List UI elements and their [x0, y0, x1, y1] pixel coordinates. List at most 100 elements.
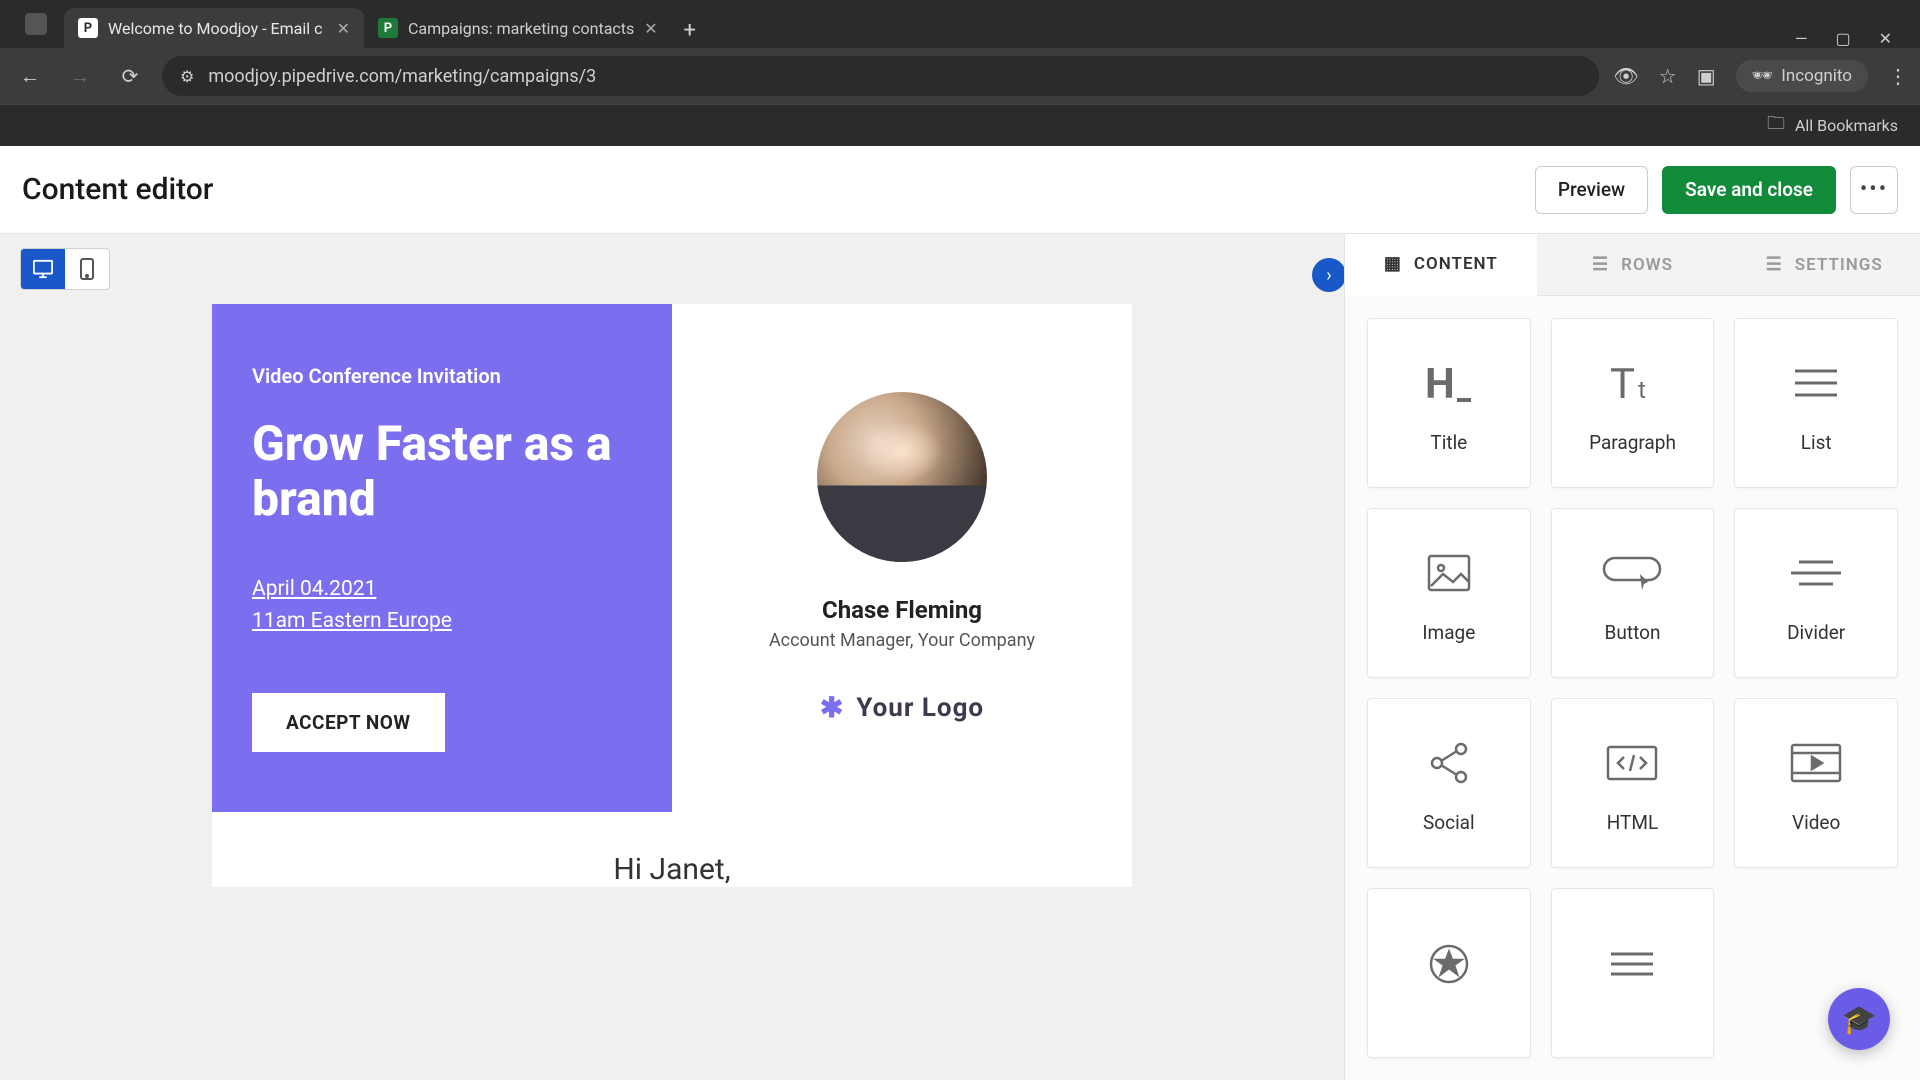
block-menu[interactable]	[1551, 888, 1715, 1058]
bookmark-star-icon[interactable]: ☆	[1659, 64, 1677, 88]
html-block-icon	[1606, 733, 1658, 793]
browser-chrome: P Welcome to Moodjoy - Email c ✕ P Campa…	[0, 0, 1920, 146]
maximize-icon[interactable]: ▢	[1835, 29, 1850, 48]
desktop-view-button[interactable]	[21, 249, 65, 289]
svg-text:t: t	[1638, 376, 1646, 404]
bookmarks-bar: 🗀 All Bookmarks	[0, 104, 1920, 146]
url-field[interactable]: ⚙ moodjoy.pipedrive.com/marketing/campai…	[162, 56, 1599, 96]
sidebar-tabs: ▦ CONTENT ☰ ROWS ☰ SETTINGS	[1345, 234, 1920, 296]
logo-text: Your Logo	[856, 693, 984, 723]
block-image[interactable]: Image	[1367, 508, 1531, 678]
desktop-icon	[32, 259, 54, 279]
block-social[interactable]: Social	[1367, 698, 1531, 868]
tab-settings[interactable]: ☰ SETTINGS	[1728, 234, 1920, 296]
close-icon[interactable]: ✕	[337, 19, 350, 38]
mobile-view-button[interactable]	[65, 249, 109, 289]
svg-text:H: H	[1425, 360, 1455, 406]
forward-button[interactable]: →	[62, 58, 98, 94]
block-html[interactable]: HTML	[1551, 698, 1715, 868]
tab-rows-label: ROWS	[1621, 255, 1673, 275]
social-block-icon	[1427, 733, 1471, 793]
logo-mark-icon: ✱	[820, 691, 844, 724]
accept-now-button[interactable]: ACCEPT NOW	[252, 693, 445, 752]
app-body: › Video Conference Invitation Grow Faste…	[0, 233, 1920, 1080]
block-divider[interactable]: Divider	[1734, 508, 1898, 678]
button-block-icon	[1602, 543, 1662, 603]
editor-canvas[interactable]: › Video Conference Invitation Grow Faste…	[0, 234, 1344, 1080]
tab-content[interactable]: ▦ CONTENT	[1345, 234, 1537, 296]
hero-headline: Grow Faster as a brand	[252, 416, 632, 526]
minimize-icon[interactable]: —	[1795, 29, 1808, 48]
block-list[interactable]: List	[1734, 318, 1898, 488]
grid-icon: ▦	[1384, 253, 1402, 274]
company-logo: ✱ Your Logo	[820, 691, 984, 724]
kebab-menu-icon[interactable]: ⋮	[1888, 64, 1908, 88]
browser-tab-1[interactable]: P Welcome to Moodjoy - Email c ✕	[64, 8, 364, 48]
block-video[interactable]: Video	[1734, 698, 1898, 868]
page-title: Content editor	[22, 172, 213, 207]
image-block-icon	[1427, 543, 1471, 603]
new-tab-button[interactable]: +	[672, 12, 708, 48]
rows-icon: ☰	[1592, 254, 1609, 275]
block-icons[interactable]	[1367, 888, 1531, 1058]
email-preview[interactable]: Video Conference Invitation Grow Faster …	[212, 304, 1132, 887]
tab-search-icon	[25, 13, 47, 35]
app-root: Content editor Preview Save and close ••…	[0, 146, 1920, 1080]
block-paragraph[interactable]: Tt Paragraph	[1551, 318, 1715, 488]
address-bar: ← → ⟳ ⚙ moodjoy.pipedrive.com/marketing/…	[0, 48, 1920, 104]
paragraph-block-icon: Tt	[1604, 353, 1660, 413]
hero-date: April 04.2021	[252, 574, 632, 606]
presenter-name: Chase Fleming	[822, 596, 982, 624]
block-title-label: Title	[1430, 431, 1467, 454]
reload-button[interactable]: ⟳	[112, 58, 148, 94]
block-title[interactable]: H Title	[1367, 318, 1531, 488]
back-button[interactable]: ←	[12, 58, 48, 94]
close-icon[interactable]: ✕	[644, 19, 657, 38]
svg-text:T: T	[1610, 360, 1635, 406]
hero-row: Video Conference Invitation Grow Faster …	[212, 304, 1132, 812]
all-bookmarks-button[interactable]: All Bookmarks	[1795, 116, 1898, 135]
eye-off-icon[interactable]: 👁	[1613, 64, 1638, 88]
hero-left-panel[interactable]: Video Conference Invitation Grow Faster …	[212, 304, 672, 812]
settings-icon: ☰	[1766, 254, 1783, 275]
block-video-label: Video	[1792, 811, 1840, 834]
block-divider-label: Divider	[1787, 621, 1845, 644]
incognito-indicator[interactable]: 🕶 Incognito	[1736, 60, 1868, 92]
chevron-right-icon: ›	[1326, 265, 1331, 286]
browser-tab-2[interactable]: P Campaigns: marketing contacts ✕	[364, 8, 672, 48]
block-button-label: Button	[1605, 621, 1661, 644]
block-image-label: Image	[1422, 621, 1475, 644]
tab-strip: P Welcome to Moodjoy - Email c ✕ P Campa…	[0, 0, 1920, 48]
tab-title: Campaigns: marketing contacts	[408, 19, 634, 38]
content-blocks-grid: H Title Tt Paragraph List	[1345, 296, 1920, 1080]
graduation-cap-icon: 🎓	[1842, 1003, 1877, 1036]
tab-search-button[interactable]	[8, 0, 64, 48]
favicon-icon: P	[78, 18, 98, 38]
block-html-label: HTML	[1607, 811, 1658, 834]
close-window-icon[interactable]: ✕	[1879, 29, 1892, 48]
help-fab-button[interactable]: 🎓	[1828, 988, 1890, 1050]
collapse-sidebar-button[interactable]: ›	[1312, 258, 1344, 292]
more-menu-button[interactable]: •••	[1850, 166, 1898, 214]
incognito-label: Incognito	[1781, 66, 1852, 86]
video-block-icon	[1790, 733, 1842, 793]
url-text: moodjoy.pipedrive.com/marketing/campaign…	[208, 66, 596, 87]
hero-meta: April 04.2021 11am Eastern Europe	[252, 574, 632, 637]
device-toggle	[20, 248, 110, 290]
tab-rows[interactable]: ☰ ROWS	[1537, 234, 1729, 296]
favicon-icon: P	[378, 18, 398, 38]
presenter-avatar	[817, 392, 987, 562]
app-header: Content editor Preview Save and close ••…	[0, 146, 1920, 233]
email-greeting[interactable]: Hi Janet,	[212, 812, 1132, 887]
site-settings-icon[interactable]: ⚙	[180, 67, 194, 86]
preview-button[interactable]: Preview	[1535, 166, 1648, 214]
save-and-close-button[interactable]: Save and close	[1662, 166, 1836, 214]
star-block-icon	[1427, 934, 1471, 994]
divider-block-icon	[1789, 543, 1843, 603]
mobile-icon	[80, 258, 94, 280]
block-button[interactable]: Button	[1551, 508, 1715, 678]
tab-settings-label: SETTINGS	[1795, 255, 1883, 275]
tab-content-label: CONTENT	[1414, 254, 1498, 274]
hero-right-panel[interactable]: Chase Fleming Account Manager, Your Comp…	[672, 304, 1132, 812]
panel-icon[interactable]: ▣	[1697, 64, 1716, 88]
